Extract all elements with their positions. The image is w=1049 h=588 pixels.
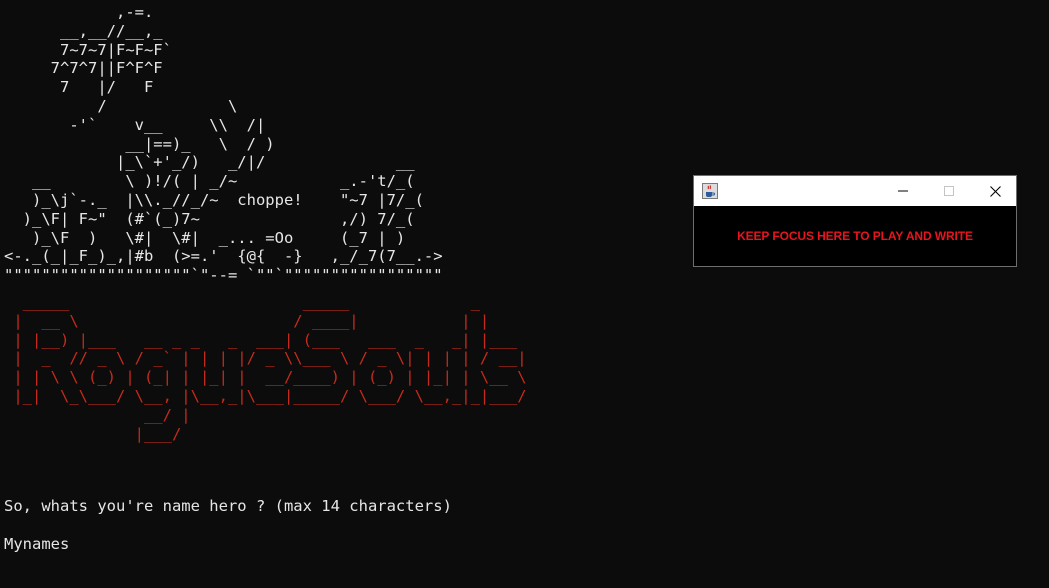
maximize-button[interactable]: [926, 176, 972, 206]
name-input-text[interactable]: Mynames: [4, 535, 69, 554]
minimize-icon: [898, 190, 908, 192]
minimize-button[interactable]: [880, 176, 926, 206]
window-titlebar[interactable]: [694, 176, 1016, 206]
close-button[interactable]: [972, 176, 1018, 206]
java-cup-icon: [702, 183, 718, 199]
close-icon: [989, 185, 1001, 197]
ascii-art-game-title: _____ _____ _ | __ \ / ____| | | | |__) …: [13, 293, 527, 443]
focus-window[interactable]: KEEP FOCUS HERE TO PLAY AND WRITE: [693, 175, 1017, 267]
maximize-icon: [944, 186, 954, 196]
ascii-art-castle: ,-=. __,__//__,_ 7~7~7|F~F~F` 7^7^7||F^F…: [4, 3, 443, 285]
name-prompt: So, whats you're name hero ? (max 14 cha…: [4, 497, 452, 515]
window-content[interactable]: KEEP FOCUS HERE TO PLAY AND WRITE: [694, 206, 1016, 266]
focus-message: KEEP FOCUS HERE TO PLAY AND WRITE: [737, 229, 973, 243]
console-window: ,-=. __,__//__,_ 7~7~7|F~F~F` 7^7^7||F^F…: [0, 0, 1049, 588]
